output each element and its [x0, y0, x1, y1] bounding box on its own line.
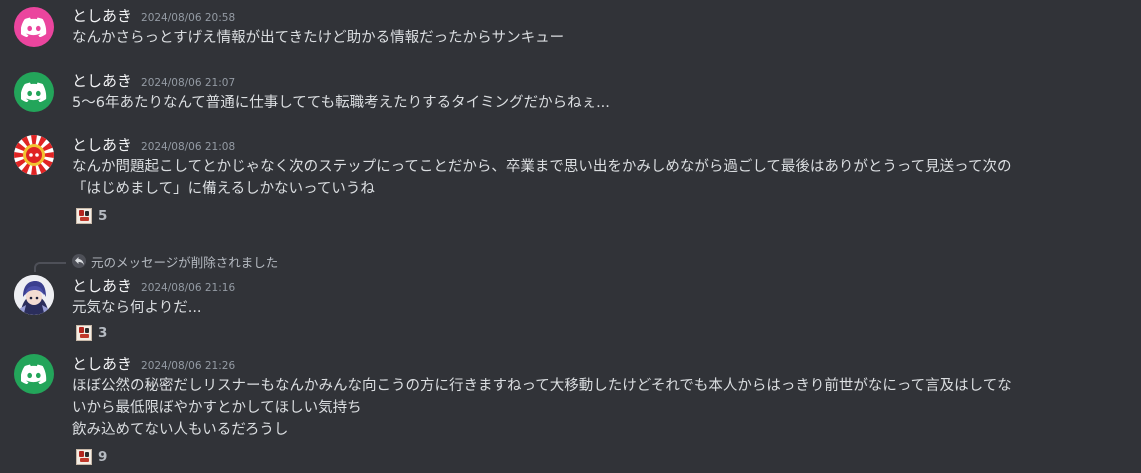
message-line: 元気なら何よりだ... [72, 300, 202, 316]
reaction-button[interactable]: 3 [72, 322, 113, 344]
message-content: 5〜6年あたりなんて普通に仕事してても転職考えたりするタイミングだからねぇ... [72, 92, 1122, 114]
custom-emoji-icon [76, 208, 92, 224]
chat-log: としあき 2024/08/06 20:58 なんかさらっとすげえ情報が出てきたけ… [0, 0, 1141, 473]
message-header: としあき 2024/08/06 21:16 [72, 275, 235, 295]
message-content: なんかさらっとすげえ情報が出てきたけど助かる情報だったからサンキュー [72, 27, 1122, 49]
username[interactable]: としあき [72, 5, 132, 26]
message-line: 飲み込めてない人もいるだろうし [72, 422, 289, 438]
message-line: 「はじめまして」に備えるしかないっていうね [72, 181, 375, 197]
timestamp[interactable]: 2024/08/06 21:26 [141, 360, 235, 372]
message-line: なんか問題起こしてとかじゃなく次のステップにってことだから、卒業まで思い出をかみ… [72, 159, 1012, 175]
avatar[interactable] [14, 135, 54, 175]
message-header: としあき 2024/08/06 21:07 [72, 70, 235, 90]
message-header: としあき 2024/08/06 21:08 [72, 134, 235, 154]
timestamp[interactable]: 2024/08/06 20:58 [141, 12, 235, 24]
reaction-button[interactable]: 9 [72, 446, 113, 468]
timestamp[interactable]: 2024/08/06 21:16 [141, 282, 235, 294]
sunburst-discord-logo-icon [14, 135, 54, 175]
username[interactable]: としあき [72, 70, 132, 91]
timestamp[interactable]: 2024/08/06 21:08 [141, 141, 235, 153]
avatar[interactable] [14, 275, 54, 315]
custom-emoji-icon [76, 449, 92, 465]
reply-spine [34, 262, 66, 272]
reaction-count: 5 [98, 208, 108, 224]
message-content: ほぼ公然の秘密だしリスナーもなんかみんな向こうの方に行きますねって大移動したけど… [72, 375, 1122, 441]
message-header: としあき 2024/08/06 20:58 [72, 5, 235, 25]
message-header: としあき 2024/08/06 21:26 [72, 353, 235, 373]
avatar[interactable] [14, 72, 54, 112]
username[interactable]: としあき [72, 353, 132, 374]
reply-arrow-icon [72, 254, 86, 268]
custom-emoji-icon [76, 325, 92, 341]
message-line: ほぼ公然の秘密だしリスナーもなんかみんな向こうの方に行きますねって大移動したけど… [72, 378, 1012, 394]
message-line: なんかさらっとすげえ情報が出てきたけど助かる情報だったからサンキュー [72, 30, 565, 46]
discord-logo-icon [21, 82, 47, 102]
reaction-count: 9 [98, 449, 108, 465]
anime-character-icon [14, 275, 54, 315]
reply-context[interactable]: 元のメッセージが削除されました [72, 252, 278, 270]
discord-logo-icon [21, 364, 47, 384]
message-content: 元気なら何よりだ... [72, 297, 1122, 319]
discord-logo-icon [21, 17, 47, 37]
reaction-count: 3 [98, 325, 108, 341]
timestamp[interactable]: 2024/08/06 21:07 [141, 77, 235, 89]
reply-deleted-text: 元のメッセージが削除されました [91, 254, 279, 270]
message-line: 5〜6年あたりなんて普通に仕事してても転職考えたりするタイミングだからねぇ... [72, 95, 610, 111]
reaction-button[interactable]: 5 [72, 205, 113, 227]
avatar[interactable] [14, 354, 54, 394]
message-line: いから最低限ぼやかすとかしてほしい気持ち [72, 400, 362, 416]
message-content: なんか問題起こしてとかじゃなく次のステップにってことだから、卒業まで思い出をかみ… [72, 156, 1122, 200]
username[interactable]: としあき [72, 134, 132, 155]
avatar[interactable] [14, 7, 54, 47]
username[interactable]: としあき [72, 275, 132, 296]
